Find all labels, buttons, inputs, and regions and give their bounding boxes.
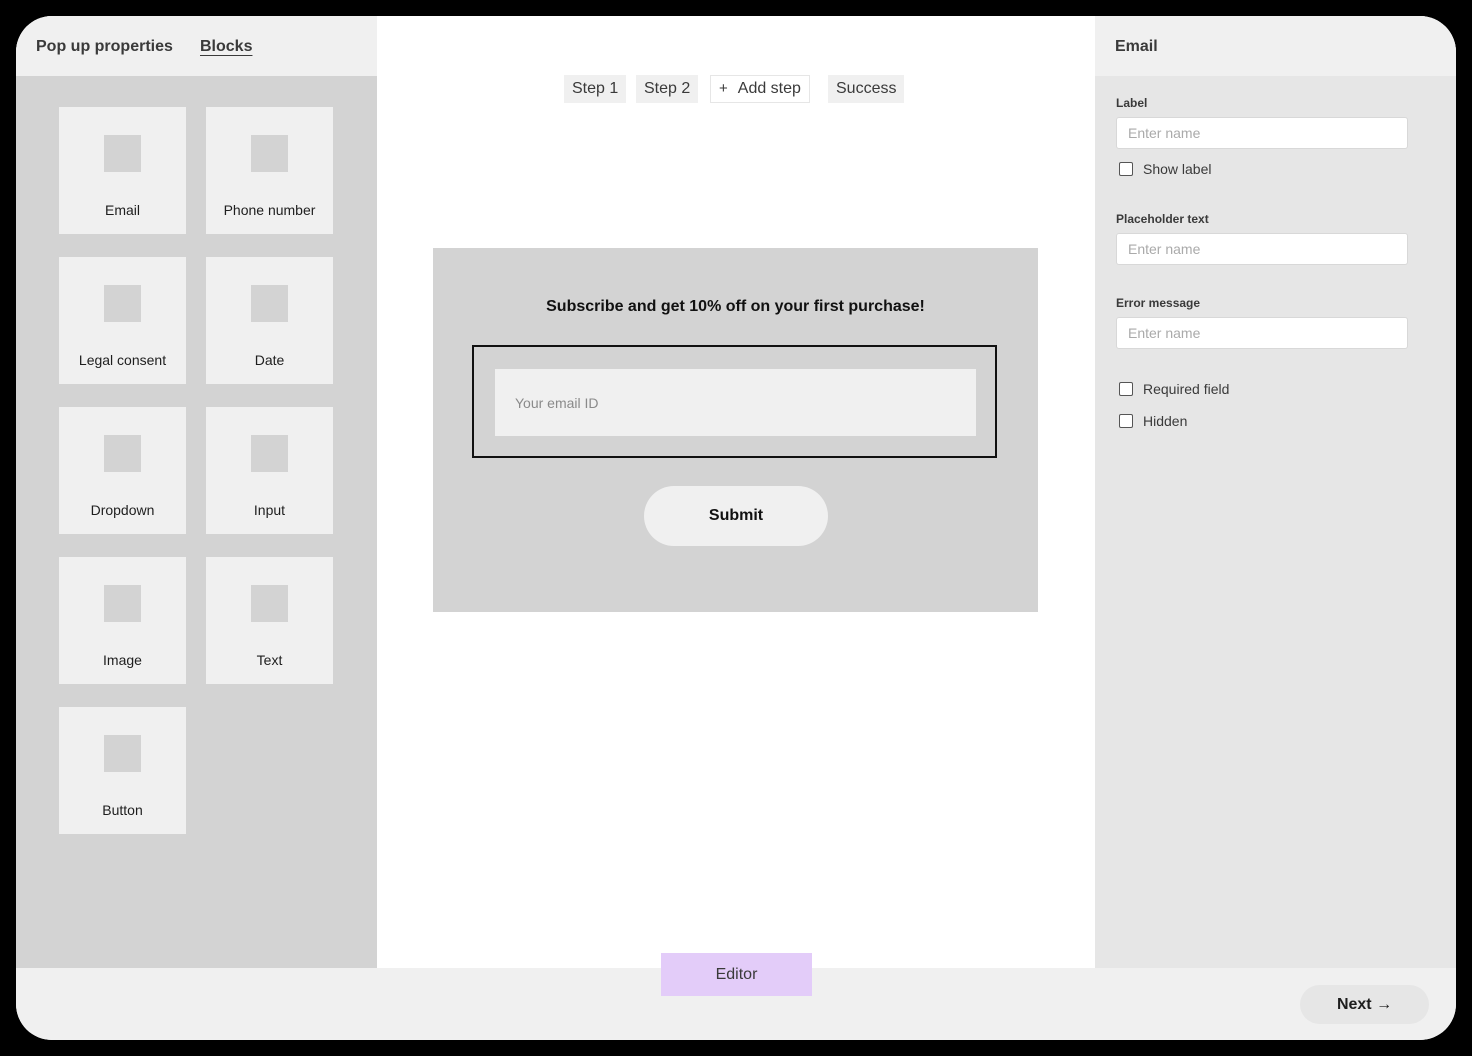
show-label-row[interactable]: Show label: [1119, 161, 1212, 177]
block-label: Email: [104, 202, 140, 218]
block-date[interactable]: Date: [206, 257, 333, 384]
block-thumbnail-icon: [104, 435, 141, 472]
add-step-button[interactable]: + Add step: [710, 75, 810, 103]
block-label: Date: [254, 352, 285, 368]
block-email[interactable]: Email: [59, 107, 186, 234]
placeholder-input[interactable]: [1116, 233, 1408, 265]
tab-popup-properties[interactable]: Pop up properties: [36, 38, 173, 56]
block-thumbnail-icon: [104, 735, 141, 772]
show-label-text: Show label: [1143, 161, 1212, 177]
block-phone-number[interactable]: Phone number: [206, 107, 333, 234]
properties-title: Email: [1115, 38, 1158, 55]
block-label: Image: [103, 652, 142, 668]
submit-button[interactable]: Submit: [644, 486, 828, 546]
block-label: Dropdown: [90, 502, 155, 518]
block-thumbnail-icon: [251, 585, 288, 622]
tab-success[interactable]: Success: [828, 75, 905, 103]
required-field-row[interactable]: Required field: [1119, 381, 1229, 397]
app-screen: Pop up properties Blocks Email Phone num…: [16, 16, 1456, 1040]
label-input[interactable]: [1116, 117, 1408, 149]
block-thumbnail-icon: [104, 585, 141, 622]
block-image[interactable]: Image: [59, 557, 186, 684]
block-thumbnail-icon: [251, 285, 288, 322]
properties-panel: Email Label Show label Placeholder text …: [1095, 16, 1456, 968]
block-thumbnail-icon: [251, 435, 288, 472]
next-button[interactable]: Next →: [1300, 985, 1429, 1024]
hidden-row[interactable]: Hidden: [1119, 413, 1187, 429]
block-text[interactable]: Text: [206, 557, 333, 684]
step-tabs: Step 1 Step 2 + Add step Success: [377, 75, 1095, 103]
block-label: Text: [256, 652, 283, 668]
hidden-text: Hidden: [1143, 413, 1188, 429]
block-thumbnail-icon: [104, 135, 141, 172]
required-field-checkbox[interactable]: [1119, 382, 1133, 396]
email-input[interactable]: [495, 369, 976, 436]
show-label-checkbox[interactable]: [1119, 162, 1133, 176]
block-label: Phone number: [223, 202, 316, 218]
plus-icon: +: [719, 80, 728, 97]
block-label: Input: [253, 502, 286, 518]
left-sidebar-header: Pop up properties Blocks: [16, 16, 377, 76]
email-block-selected[interactable]: [472, 345, 997, 458]
properties-header: Email: [1095, 16, 1456, 76]
placeholder-field-label: Placeholder text: [1116, 212, 1209, 226]
hidden-checkbox[interactable]: [1119, 414, 1133, 428]
tab-step-1[interactable]: Step 1: [564, 75, 627, 103]
device-frame: Pop up properties Blocks Email Phone num…: [0, 0, 1472, 1056]
left-sidebar: Pop up properties Blocks Email Phone num…: [16, 16, 377, 968]
popup-preview: Subscribe and get 10% off on your first …: [433, 248, 1038, 612]
error-field-label: Error message: [1116, 296, 1201, 310]
editor-tab[interactable]: Editor: [661, 953, 812, 996]
tab-blocks[interactable]: Blocks: [200, 38, 252, 56]
block-input[interactable]: Input: [206, 407, 333, 534]
editor-canvas: Step 1 Step 2 + Add step Success Subscrib…: [377, 16, 1095, 968]
block-thumbnail-icon: [251, 135, 288, 172]
popup-title: Subscribe and get 10% off on your first …: [546, 298, 925, 315]
add-step-label: Add step: [737, 80, 801, 97]
block-legal-consent[interactable]: Legal consent: [59, 257, 186, 384]
tab-step-2[interactable]: Step 2: [636, 75, 699, 103]
block-label: Button: [102, 802, 143, 818]
label-field-label: Label: [1116, 96, 1148, 110]
required-field-text: Required field: [1143, 381, 1230, 397]
block-dropdown[interactable]: Dropdown: [59, 407, 186, 534]
error-message-input[interactable]: [1116, 317, 1408, 349]
block-button[interactable]: Button: [59, 707, 186, 834]
block-thumbnail-icon: [104, 285, 141, 322]
block-label: Legal consent: [78, 352, 167, 368]
